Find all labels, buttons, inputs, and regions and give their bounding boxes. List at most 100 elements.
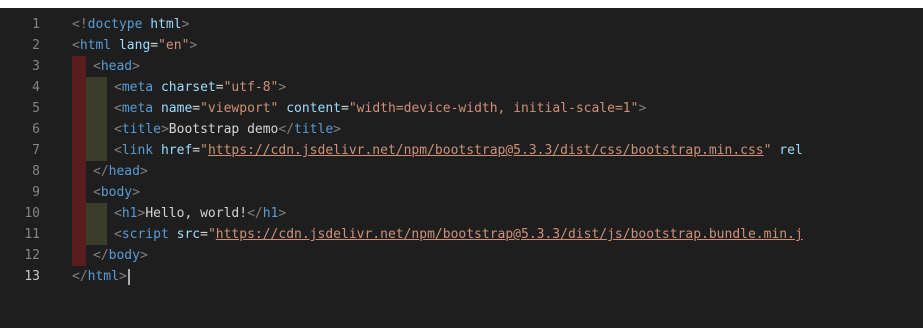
- line-content: </body>: [93, 245, 148, 266]
- code-token: content: [278, 101, 342, 116]
- code-editor[interactable]: 1 <!doctype html> 2 <html lang="en"> 3 <head>…: [0, 8, 923, 328]
- line-number: 10: [24, 206, 40, 221]
- code-token: </: [278, 122, 295, 137]
- line-number: 2: [32, 38, 40, 53]
- indent-guide: [72, 245, 86, 266]
- line-content: <script src="https://cdn.jsdelivr.net/np…: [114, 224, 803, 245]
- indent-guide: [86, 140, 107, 161]
- code-token: >: [139, 164, 148, 179]
- code-token: </: [93, 164, 109, 179]
- code-token: "en": [158, 38, 190, 53]
- line-number: 13: [24, 269, 40, 284]
- code-token: https://cdn.jsdelivr.net/npm/bootstrap@5…: [207, 143, 764, 158]
- line-content: <link href="https://cdn.jsdelivr.net/npm…: [114, 140, 803, 161]
- code-token: >: [278, 206, 287, 221]
- line-number: 5: [32, 101, 40, 116]
- line-content: </head>: [93, 161, 148, 182]
- code-token: =: [192, 101, 201, 116]
- code-token: >: [132, 185, 140, 200]
- line-number: 11: [24, 227, 40, 242]
- indent-guide: [72, 224, 86, 245]
- code-line[interactable]: 11 <script src="https://cdn.jsdelivr.net/…: [0, 224, 923, 245]
- line-number: 4: [32, 80, 40, 95]
- code-token: >: [278, 80, 287, 95]
- code-token: h1: [262, 206, 279, 221]
- code-token: ": [207, 227, 216, 242]
- code-token: html: [87, 269, 119, 284]
- code-token: html: [79, 38, 112, 53]
- line-content: <body>: [93, 182, 140, 203]
- code-token: link: [121, 143, 154, 158]
- code-token: Hello, world!: [145, 206, 248, 221]
- code-token: =: [215, 80, 224, 95]
- code-token: "width=device-width, initial-scale=1": [348, 101, 639, 116]
- code-line[interactable]: 2 <html lang="en">: [0, 35, 923, 56]
- line-content: <!doctype html>: [72, 14, 189, 35]
- code-line[interactable]: 1 <!doctype html>: [0, 14, 923, 35]
- code-token: meta: [121, 101, 154, 116]
- code-token: </: [72, 269, 88, 284]
- indent-guide: [86, 119, 107, 140]
- line-content: <title>Bootstrap demo</title>: [114, 119, 341, 140]
- indent-guide: [72, 203, 86, 224]
- code-token: src: [168, 227, 201, 242]
- line-number: 1: [32, 17, 40, 32]
- code-token: <: [114, 227, 122, 242]
- indent-guide: [72, 98, 86, 119]
- code-token: >: [118, 269, 127, 284]
- code-token: <: [114, 80, 122, 95]
- indent-guide: [72, 140, 86, 161]
- code-token: <: [114, 206, 122, 221]
- code-line[interactable]: 6 <title>Bootstrap demo</title>: [0, 119, 923, 140]
- code-line[interactable]: 4 <meta charset="utf-8">: [0, 77, 923, 98]
- code-token: href: [153, 143, 193, 158]
- code-line[interactable]: 5 <meta name="viewport" content="width=de…: [0, 98, 923, 119]
- code-token: =: [192, 143, 201, 158]
- code-token: head: [108, 164, 140, 179]
- code-token: title: [121, 122, 161, 137]
- code-line[interactable]: 8 </head>: [0, 161, 923, 182]
- code-token: title: [294, 122, 334, 137]
- code-token: >: [189, 38, 198, 53]
- code-token: lang: [111, 38, 151, 53]
- line-content: <h1>Hello, world!</h1>: [114, 203, 286, 224]
- code-token: =: [341, 101, 349, 116]
- indent-guide: [86, 224, 107, 245]
- code-token: <: [93, 185, 101, 200]
- code-line[interactable]: 7 <link href="https://cdn.jsdelivr.net/np…: [0, 140, 923, 161]
- code-token: =: [150, 38, 159, 53]
- code-line[interactable]: 12 </body>: [0, 245, 923, 266]
- code-token: head: [100, 59, 133, 74]
- code-token: body: [100, 185, 133, 200]
- text-cursor: [127, 268, 130, 285]
- line-number: 7: [32, 143, 40, 158]
- code-token: >: [333, 122, 341, 137]
- code-token: h1: [121, 206, 138, 221]
- code-token: <: [114, 122, 122, 137]
- code-token: ": [200, 143, 208, 158]
- code-token: "utf-8": [223, 80, 279, 95]
- indent-guide: [72, 182, 86, 203]
- code-token: <: [114, 143, 122, 158]
- line-number: 3: [32, 59, 40, 74]
- indent-guide: [86, 77, 107, 98]
- code-token: <: [72, 38, 80, 53]
- code-line[interactable]: 13 </html>: [0, 266, 923, 287]
- line-content: <head>: [93, 56, 140, 77]
- code-line[interactable]: 9 <body>: [0, 182, 923, 203]
- code-token: body: [108, 248, 140, 263]
- indent-guide: [72, 56, 86, 77]
- code-line[interactable]: 3 <head>: [0, 56, 923, 77]
- line-content: <html lang="en">: [72, 35, 197, 56]
- code-token: name: [153, 101, 193, 116]
- line-number: 9: [32, 185, 40, 200]
- line-number: 12: [24, 248, 40, 263]
- code-token: script: [121, 227, 169, 242]
- indent-guide: [72, 161, 86, 182]
- code-token: "viewport": [200, 101, 279, 116]
- line-content: <meta charset="utf-8">: [114, 77, 286, 98]
- code-token: html: [142, 17, 182, 32]
- code-line[interactable]: 10 <h1>Hello, world!</h1>: [0, 203, 923, 224]
- code-token: Bootstrap demo: [168, 122, 279, 137]
- code-token: <: [93, 59, 101, 74]
